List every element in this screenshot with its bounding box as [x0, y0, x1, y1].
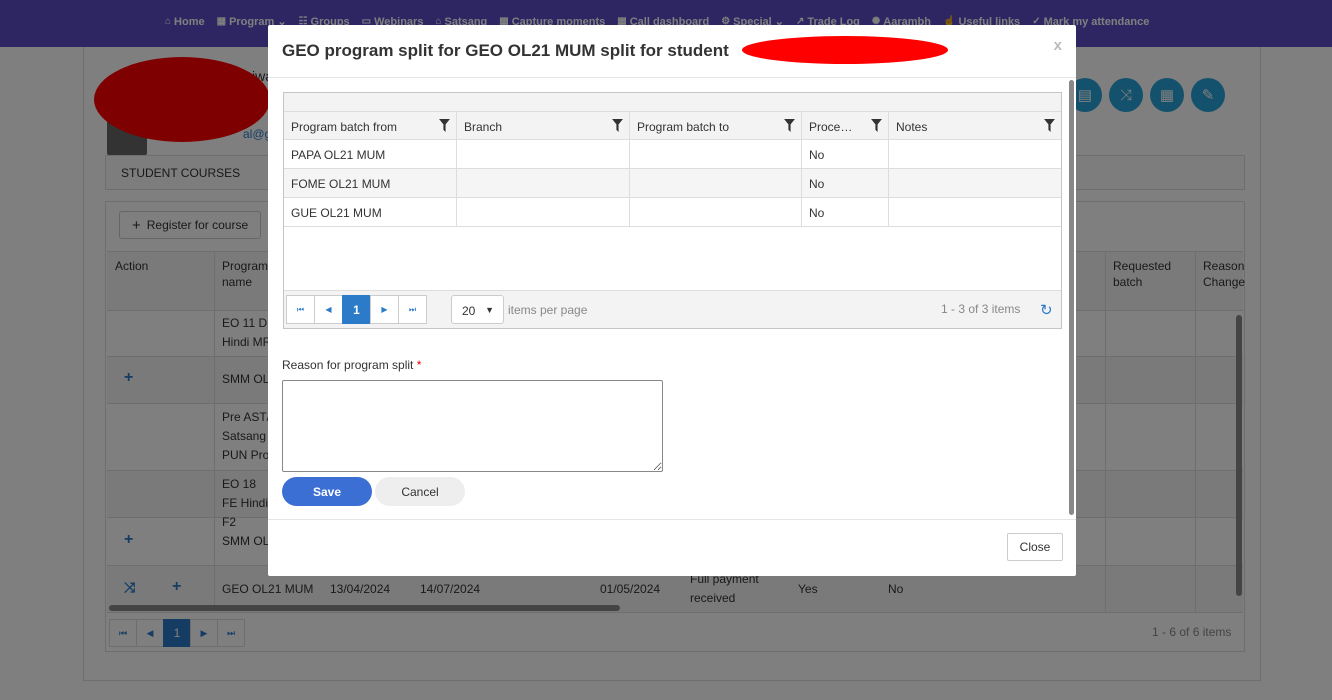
pager-info: 1 - 3 of 3 items — [941, 302, 1021, 316]
redaction-mark — [742, 36, 948, 64]
reason-textarea[interactable] — [282, 380, 663, 472]
header-label: Program batch to — [637, 120, 730, 134]
pager-buttons: ⏮ ◀ 1 ▶ ⏭ — [286, 295, 427, 324]
header-label: Branch — [464, 120, 503, 134]
close-button[interactable]: Close — [1007, 533, 1063, 561]
header-label: Proce… — [809, 120, 853, 134]
page-button[interactable]: 1 — [342, 295, 371, 324]
filter-icon[interactable] — [784, 119, 795, 132]
cell-batch-from: GUE OL21 MUM — [291, 206, 382, 220]
cell-processed: No — [809, 148, 825, 162]
header-program-batch-from[interactable]: Program batch from — [284, 112, 457, 140]
next-page-button[interactable]: ▶ — [370, 295, 399, 324]
filter-icon[interactable] — [871, 119, 882, 132]
reason-label: Reason for program split * — [282, 358, 421, 372]
grid-toolbar — [284, 93, 1061, 112]
page-size-select[interactable]: 20 ▼ — [451, 295, 504, 324]
close-icon[interactable]: x — [1054, 37, 1062, 54]
filter-icon[interactable] — [612, 119, 623, 132]
items-per-page-label: items per page — [508, 303, 588, 317]
header-branch[interactable]: Branch — [457, 112, 630, 140]
header-program-batch-to[interactable]: Program batch to — [630, 112, 802, 140]
header-label: Notes — [896, 120, 928, 134]
first-page-button[interactable]: ⏮ — [286, 295, 315, 324]
dialog-title: GEO program split for GEO OL21 MUM split… — [282, 41, 729, 60]
refresh-icon[interactable]: ↻ — [1040, 301, 1053, 319]
cancel-button[interactable]: Cancel — [375, 477, 465, 506]
cell-processed: No — [809, 206, 825, 220]
table-row[interactable]: FOME OL21 MUM No — [284, 169, 1061, 198]
required-asterisk: * — [416, 358, 422, 372]
header-label: Program batch from — [291, 120, 398, 134]
divider — [268, 519, 1076, 520]
cell-batch-from: FOME OL21 MUM — [291, 177, 391, 191]
divider — [268, 77, 1076, 78]
table-row[interactable]: GUE OL21 MUM No — [284, 198, 1061, 227]
header-processed[interactable]: Proce… — [802, 112, 889, 140]
last-page-button[interactable]: ⏭ — [398, 295, 427, 324]
page-size-value: 20 — [462, 304, 476, 318]
save-button[interactable]: Save — [282, 477, 372, 506]
dialog-scrollbar[interactable] — [1069, 80, 1074, 515]
prev-page-button[interactable]: ◀ — [314, 295, 343, 324]
program-split-dialog: GEO program split for GEO OL21 MUM split… — [268, 25, 1076, 576]
cell-processed: No — [809, 177, 825, 191]
cell-batch-from: PAPA OL21 MUM — [291, 148, 386, 162]
reason-label-text: Reason for program split — [282, 358, 414, 372]
filter-icon[interactable] — [439, 119, 450, 132]
split-grid: Program batch from Branch Program batch … — [283, 92, 1062, 329]
table-row[interactable]: PAPA OL21 MUM No — [284, 140, 1061, 169]
header-notes[interactable]: Notes — [889, 112, 1061, 140]
grid-pager: ⏮ ◀ 1 ▶ ⏭ 20 ▼ items per page 1 - 3 of 3… — [284, 290, 1061, 328]
chevron-down-icon: ▼ — [485, 305, 494, 315]
filter-icon[interactable] — [1044, 119, 1055, 132]
